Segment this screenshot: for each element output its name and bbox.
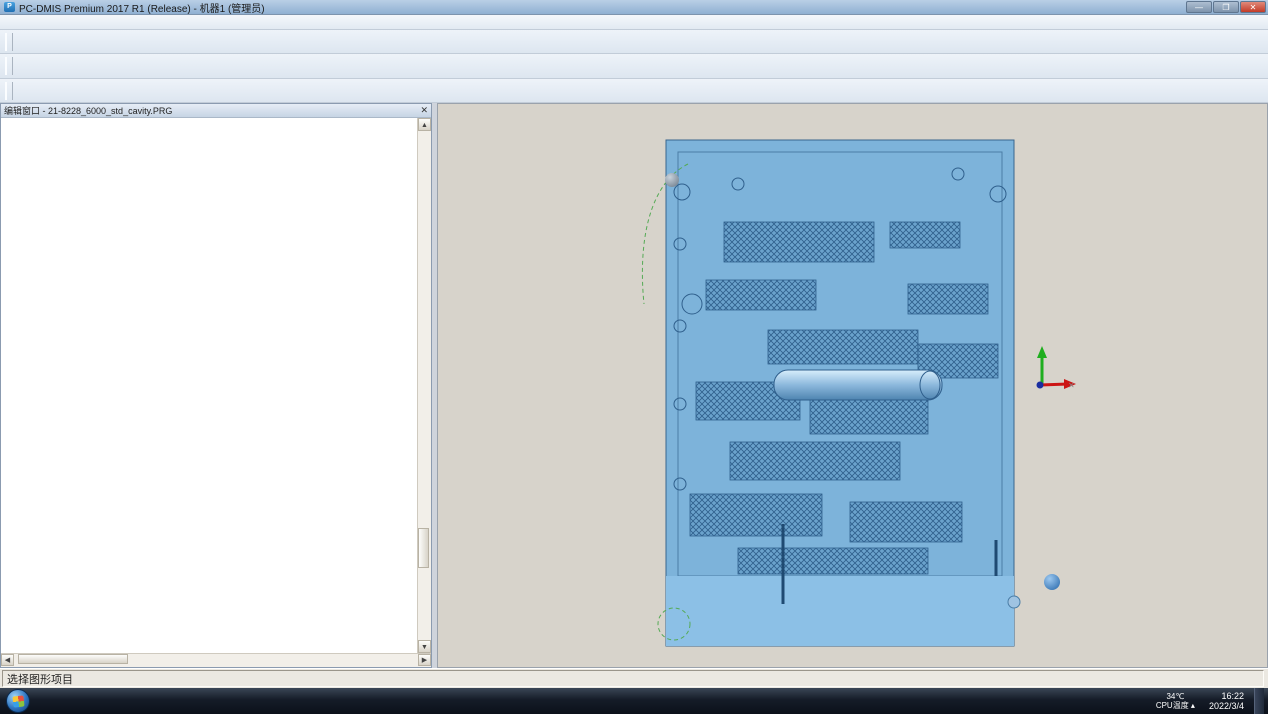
pcdmis-window: P PC-DMIS Premium 2017 R1 (Release) - 机器…	[0, 0, 1268, 714]
cpu-temp-widget[interactable]: 34℃ CPU温度 ▴	[1156, 692, 1195, 710]
close-button[interactable]: ✕	[1240, 1, 1266, 13]
scroll-left-icon[interactable]: ◀	[1, 654, 14, 666]
show-desktop-button[interactable]	[1254, 688, 1264, 714]
clock-date: 2022/3/4	[1209, 701, 1244, 711]
start-button[interactable]	[6, 689, 30, 713]
feature-label-layer	[438, 104, 1267, 667]
window-title: PC-DMIS Premium 2017 R1 (Release) - 机器1 …	[19, 0, 265, 15]
status-message: 选择图形项目	[2, 670, 1264, 687]
taskbar: 34℃ CPU温度 ▴ 16:22 2022/3/4	[0, 688, 1268, 714]
scrollbar-thumb[interactable]	[418, 528, 429, 568]
scroll-right-icon[interactable]: ▶	[418, 654, 431, 666]
menu-bar	[0, 15, 1268, 30]
toolbar-graphics	[0, 79, 1268, 103]
toolbar-main	[0, 30, 1268, 54]
app-icon: P	[4, 2, 15, 12]
cpu-temp-label: CPU温度 ▴	[1156, 701, 1195, 710]
graphics-view[interactable]: ✕	[437, 103, 1268, 668]
minimize-button[interactable]: —	[1186, 1, 1212, 13]
toolbar-grip[interactable]	[5, 33, 13, 51]
editor-vertical-scrollbar[interactable]: ▲ ▼	[417, 118, 431, 653]
windows-logo-icon	[12, 695, 24, 707]
restore-button[interactable]: ❐	[1213, 1, 1239, 13]
edit-window-header[interactable]: 编辑窗口 - 21-8228_6000_std_cavity.PRG ✕	[1, 104, 431, 118]
edit-window-close-icon[interactable]: ✕	[420, 106, 428, 115]
status-bar: 选择图形项目	[0, 668, 1268, 688]
edit-window-title: 编辑窗口 - 21-8228_6000_std_cavity.PRG	[4, 104, 172, 117]
toolbar-features	[0, 54, 1268, 79]
scroll-down-icon[interactable]: ▼	[418, 640, 431, 653]
toolbar-grip[interactable]	[5, 82, 13, 100]
title-bar: P PC-DMIS Premium 2017 R1 (Release) - 机器…	[0, 0, 1268, 15]
cpu-temp-value: 34℃	[1156, 692, 1195, 701]
toolbar-grip[interactable]	[5, 57, 13, 75]
measurement-report-text[interactable]	[1, 118, 417, 653]
clock[interactable]: 16:22 2022/3/4	[1209, 691, 1244, 711]
scroll-up-icon[interactable]: ▲	[418, 118, 431, 131]
edit-window: 编辑窗口 - 21-8228_6000_std_cavity.PRG ✕ ▲ ▼…	[0, 103, 432, 668]
system-tray: 34℃ CPU温度 ▴ 16:22 2022/3/4	[1151, 688, 1268, 714]
scrollbar-thumb[interactable]	[18, 654, 128, 664]
editor-horizontal-scrollbar[interactable]: ◀ ▶	[1, 653, 431, 667]
clock-time: 16:22	[1209, 691, 1244, 701]
